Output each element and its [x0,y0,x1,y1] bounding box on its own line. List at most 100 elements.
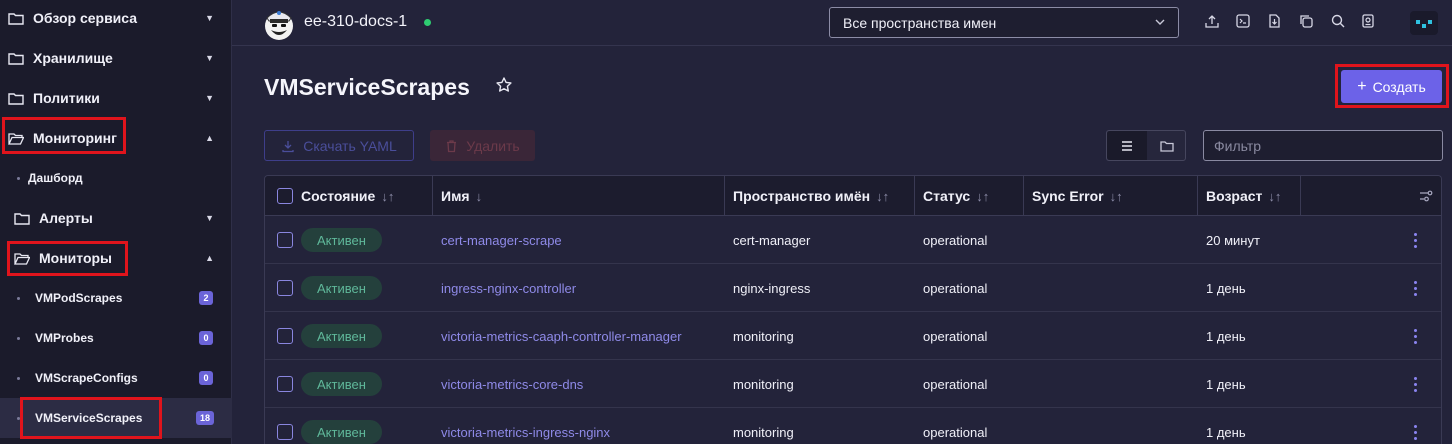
age-cell: 20 минут [1206,232,1260,248]
row-checkbox[interactable] [277,376,293,392]
age-cell: 1 день [1206,328,1246,344]
table-header: Состояние ↓↑ Имя ↓ Пространство имён ↓↑ … [265,176,1441,216]
folder-icon [1160,140,1174,152]
column-age[interactable]: Возраст ↓↑ [1198,176,1301,216]
resource-name-link[interactable]: victoria-metrics-caaph-controller-manage… [441,312,682,360]
status-badge: Активен [301,276,382,300]
sidebar-section-policies[interactable]: Политики ▼ [0,78,232,118]
column-label: Статус [923,188,971,204]
search-icon[interactable] [1330,13,1346,29]
status-badge: Активен [301,324,382,348]
sort-icon: ↓↑ [1109,188,1123,204]
table-row[interactable]: Активен ingress-nginx-controller nginx-i… [265,264,1441,312]
sidebar-item-dashboard[interactable]: Дашборд [0,158,232,198]
row-actions-kebab-icon[interactable] [1413,360,1417,408]
list-view-button[interactable] [1107,131,1147,160]
download-icon[interactable] [1266,13,1282,29]
status-cell: operational [923,280,988,296]
table-row[interactable]: Активен victoria-metrics-core-dns monito… [265,360,1441,408]
caret-down-icon: ▼ [205,93,214,103]
row-actions-kebab-icon[interactable] [1413,216,1417,264]
column-state[interactable]: Состояние ↓↑ [265,176,433,216]
column-label: Sync Error [1032,188,1104,204]
sidebar-item-label: VMProbes [35,331,94,345]
column-namespace[interactable]: Пространство имён ↓↑ [725,176,915,216]
cluster-avatar-icon[interactable] [262,4,296,42]
sidebar-item-vmprobes[interactable]: VMProbes 0 [0,318,232,358]
folder-open-icon [8,132,24,145]
caret-down-icon: ▼ [205,53,214,63]
sort-icon: ↓↑ [876,188,890,204]
sidebar-section-label: Хранилище [33,50,113,66]
sidebar-section-label: Обзор сервиса [33,10,138,26]
terminal-icon[interactable] [1235,13,1251,29]
resource-name-link[interactable]: cert-manager-scrape [441,216,562,264]
sidebar-section-monitoring[interactable]: Мониторинг ▲ [0,118,232,158]
folder-icon [8,12,24,25]
resource-name-link[interactable]: ingress-nginx-controller [441,264,576,312]
filter-input[interactable] [1204,131,1442,160]
select-all-checkbox[interactable] [277,188,293,204]
column-sync-error[interactable]: Sync Error ↓↑ [1024,176,1198,216]
cluster-name[interactable]: ee-310-docs-1 [304,13,407,31]
sidebar-item-vmpodscrapes[interactable]: VMPodScrapes 2 [0,278,232,318]
folder-icon [8,92,24,105]
sidebar-section-label: Политики [33,90,100,106]
sidebar-item-vmscrapeconfigs[interactable]: VMScrapeConfigs 0 [0,358,232,398]
age-cell: 1 день [1206,424,1246,440]
create-button-label: Создать [1372,78,1426,95]
sidebar-section-service-overview[interactable]: Обзор сервиса ▼ [0,0,232,38]
trash-icon [447,139,457,152]
table-row[interactable]: Активен victoria-metrics-ingress-nginx m… [265,408,1441,444]
app-logo-icon[interactable] [1410,11,1438,35]
topbar: ee-310-docs-1 Все пространства имен [232,0,1452,46]
create-button[interactable]: + Создать [1341,70,1442,103]
column-label: Пространство имён [733,188,871,204]
column-status[interactable]: Статус ↓↑ [915,176,1024,216]
folder-open-icon [14,252,30,265]
sidebar-section-storage[interactable]: Хранилище ▼ [0,38,232,78]
resource-name-link[interactable]: victoria-metrics-core-dns [441,360,583,408]
row-actions-kebab-icon[interactable] [1413,312,1417,360]
sidebar-section-label: Мониторинг [33,130,117,146]
status-cell: operational [923,232,988,248]
count-badge: 0 [199,331,213,345]
row-checkbox[interactable] [277,280,293,296]
row-checkbox[interactable] [277,424,293,440]
filter-field[interactable] [1203,130,1443,161]
namespace-cell: monitoring [733,376,794,392]
delete-button[interactable]: Удалить [430,130,535,161]
count-badge: 18 [196,411,214,425]
namespace-select[interactable]: Все пространства имен [829,7,1179,38]
user-badge-icon[interactable] [1360,13,1376,29]
sidebar-item-monitors[interactable]: Мониторы ▲ [0,238,232,278]
row-actions-kebab-icon[interactable] [1413,264,1417,312]
sidebar-item-label: Мониторы [39,250,113,266]
sidebar-item-alerts[interactable]: Алерты ▼ [0,198,232,238]
folder-icon [14,212,30,225]
sidebar-item-label: Алерты [39,210,93,226]
star-favorite-icon[interactable] [495,76,513,94]
row-checkbox[interactable] [277,232,293,248]
resources-table: Состояние ↓↑ Имя ↓ Пространство имён ↓↑ … [264,175,1442,444]
folder-view-button[interactable] [1147,131,1187,160]
row-actions-kebab-icon[interactable] [1413,408,1417,444]
count-badge: 0 [199,371,213,385]
column-settings-icon[interactable] [1419,189,1433,208]
table-row[interactable]: Активен cert-manager-scrape cert-manager… [265,216,1441,264]
copy-icon[interactable] [1298,13,1314,29]
column-label: Состояние [301,188,376,204]
column-name[interactable]: Имя ↓ [433,176,725,216]
delete-label: Удалить [466,137,520,154]
caret-up-icon: ▲ [205,253,214,263]
download-yaml-button[interactable]: Скачать YAML [264,130,414,161]
sidebar-item-vmservicescrapes[interactable]: VMServiceScrapes 18 [0,398,232,438]
status-cell: operational [923,424,988,440]
resource-name-link[interactable]: victoria-metrics-ingress-nginx [441,408,610,444]
row-checkbox[interactable] [277,328,293,344]
table-row[interactable]: Активен victoria-metrics-caaph-controlle… [265,312,1441,360]
chevron-down-icon [1155,19,1165,25]
status-cell: operational [923,328,988,344]
upload-icon[interactable] [1204,13,1220,29]
sort-icon: ↓↑ [381,188,395,204]
